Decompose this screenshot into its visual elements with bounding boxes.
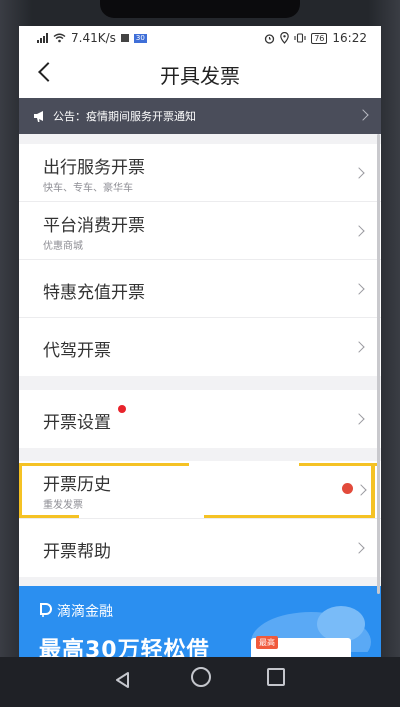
list-item-title: 出行服务开票 [43,158,145,178]
red-dot-badge [118,405,126,413]
app-header: 开具发票 [19,50,381,98]
red-dot-badge [342,483,353,494]
wifi-icon [53,33,66,43]
chevron-right-icon [353,542,365,554]
list-item-title: 代驾开票 [43,341,111,361]
location-icon [280,32,290,44]
list-item-platform-invoice[interactable]: 平台消费开票 优惠商城 [19,202,381,260]
invoice-history-group: 开票历史 重发发票 开票帮助 [19,461,381,577]
list-item-subtitle: 重发发票 [43,500,83,511]
list-item-title: 特惠充值开票 [43,283,145,303]
page-title: 开具发票 [160,64,240,88]
chevron-right-icon [353,283,365,295]
notice-banner[interactable]: 公告：疫情期间服务开票通知 [19,98,381,134]
phone-notch [100,0,300,18]
list-item-driver-invoice[interactable]: 代驾开票 [19,318,381,376]
ad-banner[interactable]: 滴滴金融 最高 最高30万轻松借 [19,586,381,657]
list-item-subtitle: 优惠商城 [43,241,83,252]
nav-recent-icon[interactable] [267,668,285,686]
list-item-recharge-invoice[interactable]: 特惠充值开票 [19,260,381,318]
network-speed: 7.41K/s [71,31,116,45]
navigation-bar [0,657,400,707]
highlight-edge [371,463,375,518]
signal-icon [37,33,48,43]
nav-back-icon[interactable] [113,670,133,690]
chevron-right-icon [353,167,365,179]
list-item-invoice-help[interactable]: 开票帮助 [19,519,381,577]
alarm-icon [265,33,275,44]
list-item-title: 平台消费开票 [43,216,145,236]
banner-tag: 最高 [256,636,278,649]
status-bar: 7.41K/s 30 76 16:22 [19,26,381,50]
list-item-title: 开票帮助 [43,542,111,562]
vibrate-icon [294,33,306,43]
list-item-title: 开票历史 [43,475,111,495]
megaphone-icon [34,111,43,122]
chevron-right-icon [355,484,367,496]
highlight-edge [19,515,79,518]
chevron-right-icon [353,341,365,353]
battery-icon: 76 [311,32,328,44]
banner-brand: 滴滴金融 [57,604,113,620]
phone-screen: 7.41K/s 30 76 16:22 开具发票 公告：疫情期间服务开票通知 出… [19,26,381,657]
didi-logo-icon [40,603,52,617]
clock: 16:22 [332,31,367,45]
highlight-edge [299,463,377,466]
notice-text: 公告：疫情期间服务开票通知 [53,110,196,123]
banner-slogan: 最高30万轻松借 [39,638,210,657]
app-notification-icon [120,34,129,42]
invoice-type-group: 出行服务开票 快车、专车、豪华车 平台消费开票 优惠商城 特惠充值开票 代驾开票 [19,144,381,376]
chevron-right-icon [353,225,365,237]
chevron-right-icon [357,109,369,121]
chevron-right-icon [353,413,365,425]
nav-home-icon[interactable] [191,667,211,687]
scrollbar[interactable] [377,134,380,594]
list-item-title: 开票设置 [43,413,111,433]
list-item-travel-invoice[interactable]: 出行服务开票 快车、专车、豪华车 [19,144,381,202]
invoice-settings-group: 开票设置 [19,390,381,448]
list-item-invoice-history[interactable]: 开票历史 重发发票 [19,461,381,519]
highlight-edge [19,463,22,518]
list-item-subtitle: 快车、专车、豪华车 [43,183,133,194]
highlight-edge [19,463,189,466]
list-item-invoice-settings[interactable]: 开票设置 [19,390,381,448]
highlight-edge [204,515,374,518]
notification-badge: 30 [133,33,147,43]
